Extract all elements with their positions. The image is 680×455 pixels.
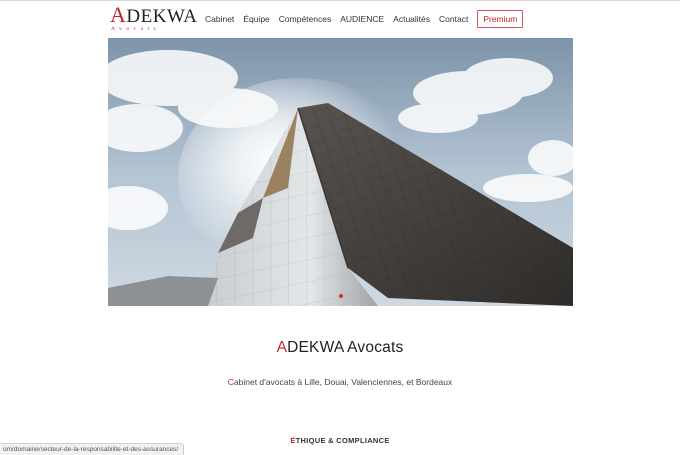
hero-image	[108, 38, 573, 306]
logo-wordmark: ADEKWA	[110, 2, 197, 27]
tagline-text: abinet d'avocats à Lille, Douai, Valenci…	[233, 377, 453, 387]
browser-status-url: om/domaine/secteur-de-la-responsabilite-…	[0, 443, 185, 455]
heading-text: THIQUE & COMPLIANCE	[295, 436, 390, 445]
title-initial: A	[276, 339, 288, 356]
nav-actualites[interactable]: Actualités	[393, 10, 430, 28]
nav-audience[interactable]: AUDIENCE	[340, 10, 384, 28]
nav-contact[interactable]: Contact	[439, 10, 468, 28]
title-text: DEKWA Avocats	[287, 339, 404, 356]
adekwa-logo[interactable]: ADEKWA Avocats	[110, 2, 197, 33]
nav-cabinet[interactable]: Cabinet	[205, 10, 234, 28]
top-border	[0, 0, 680, 1]
slider-indicator-dot[interactable]	[339, 294, 343, 298]
company-tagline: Cabinet d'avocats à Lille, Douai, Valenc…	[0, 377, 680, 387]
logo-initial: A	[110, 2, 127, 27]
logo-name: DEKWA	[126, 6, 198, 27]
main-navigation: Cabinet Équipe Compétences AUDIENCE Actu…	[205, 9, 524, 29]
nav-premium-button[interactable]: Premium	[477, 10, 524, 28]
company-title: ADEKWA Avocats	[0, 339, 680, 357]
nav-competences[interactable]: Compétences	[279, 10, 331, 28]
hero-slider[interactable]	[108, 38, 573, 306]
nav-equipe[interactable]: Équipe	[243, 10, 269, 28]
